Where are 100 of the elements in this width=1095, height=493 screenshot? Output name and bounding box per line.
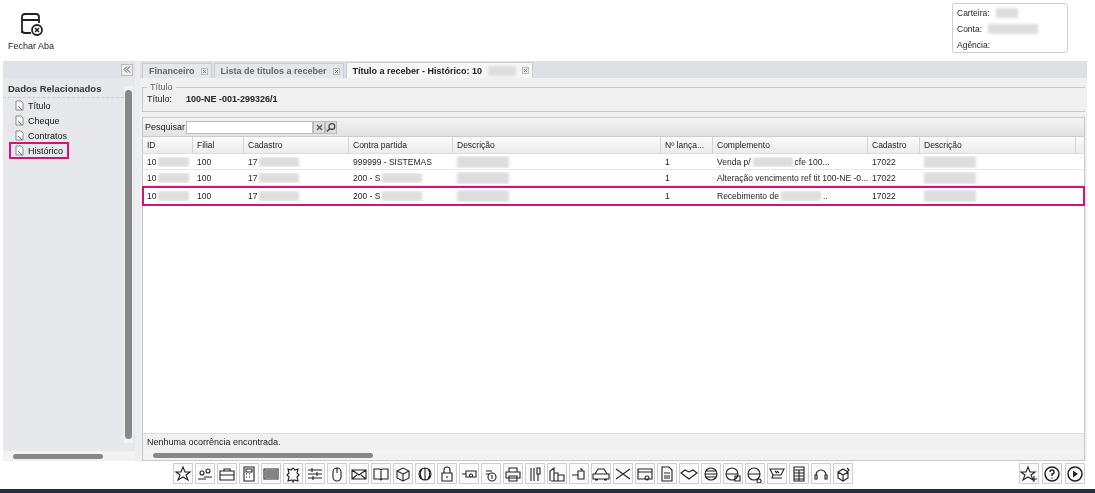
column-header[interactable]: Cadastro [868,137,920,153]
table-cell: 17022 [872,190,896,201]
toolbar-button[interactable] [701,463,721,484]
column-header[interactable]: Contra partida [349,137,453,153]
table-row[interactable]: 10 100 17 200 - S 1 Recebimento de .. 17022 [143,187,1084,205]
table-cell: 10 [147,190,157,201]
table-row[interactable]: 10 100 17 200 - S 1 Alteração vencimento ref tit 100-NE -0... 17022 [143,170,1084,186]
lock-icon [438,464,456,483]
document-pin-icon [15,130,24,141]
column-header[interactable]: Cadastro [244,137,349,153]
section-legend: Título [147,82,176,92]
table-cell: 1 [665,172,670,183]
column-header[interactable]: Nº lança... [661,137,713,153]
table-cell: Venda p/ [717,156,751,167]
star-plus-icon [1020,464,1038,483]
search-field[interactable] [186,120,314,134]
toolbar-button[interactable] [745,463,765,484]
globe-document-icon [724,464,742,483]
splitter-handle[interactable] [135,61,140,461]
play-button[interactable] [1065,463,1085,484]
table-cell: 1 [665,156,670,167]
status-text: Nenhuma ocorrência encontrada. [143,433,1084,450]
search-label: Pesquisar [145,122,186,132]
table-row[interactable]: 10 100 17 999999 - SISTEMAS 1 Venda p/ cfe 100... 17022 [143,154,1084,170]
table-cell: 200 - S [353,172,381,183]
column-header[interactable]: Complemento [713,137,868,153]
toolbar-button[interactable] [459,463,479,484]
table-cell: 10 [147,156,157,167]
search-button[interactable] [325,120,338,134]
toolbar-button[interactable] [547,463,567,484]
toolbar-button[interactable] [811,463,831,484]
toolbar-button[interactable] [195,463,215,484]
buildings-icon [548,464,566,483]
toolbar-button[interactable] [767,463,787,484]
tab[interactable]: Título a receber - Histórico: 10 [345,62,534,78]
table-cell: 100 [197,172,212,183]
toolbar-button[interactable] [173,463,193,484]
toolbar-button[interactable] [393,463,413,484]
toolbar-button[interactable] [349,463,369,484]
double-chevron-icon [123,65,131,73]
table-cell: Alteração vencimento ref tit 100-NE -0... [717,172,868,183]
document-pin-icon [15,145,24,156]
table-cell: 999999 - SISTEMAS [353,156,432,167]
table-cell: 100 [197,190,212,201]
info-label: Carteira: [957,8,990,18]
column-header[interactable]: Filial [193,137,244,153]
help-button[interactable] [1042,463,1062,484]
clear-button[interactable] [313,120,326,134]
play-icon [1066,464,1084,483]
close-tab-button[interactable]: Fechar Aba [6,3,57,51]
table-icon [790,464,808,483]
tree-item[interactable]: Histórico [11,144,67,157]
table-cell: 17 [248,190,258,201]
help-icon [1043,464,1061,483]
scrollbar[interactable] [124,86,133,443]
toolbar-button[interactable] [1019,463,1039,484]
tree-item[interactable]: Título [11,99,55,112]
close-icon[interactable] [200,67,208,75]
table-cell: 1 [665,190,670,201]
info-label: Agência: [957,40,991,50]
table-cell: 17022 [872,172,896,183]
table-cell: 17 [248,156,258,167]
table-cell: 100 [197,156,212,167]
toolbar-button[interactable] [217,463,237,484]
toolbar-button[interactable] [789,463,809,484]
column-header[interactable]: ID [143,137,193,153]
field-label: Título: [147,94,172,104]
table-cell: Recebimento de [717,190,779,201]
close-icon [315,123,323,131]
close-icon[interactable] [522,67,530,74]
toolbar-button[interactable] [635,463,655,484]
column-header[interactable]: Descrição [453,137,661,153]
tab[interactable]: Financeiro [142,63,212,78]
toolbar-button[interactable] [371,463,391,484]
column-header[interactable]: Descrição [920,137,1076,153]
table-cell: 10 [147,172,157,183]
printer-icon [504,464,522,483]
tree-item[interactable]: Contratos [11,129,72,142]
window-close-icon [18,11,44,37]
field-value: 100-NE -001-299326/1 [186,94,278,104]
scrollbar[interactable] [3,451,135,461]
document-pin-icon [15,100,24,111]
globe-lines-icon [702,464,720,483]
tree-item[interactable]: Cheque [11,114,64,127]
close-icon[interactable] [332,67,340,75]
toolbar-button[interactable] [833,463,853,484]
search-icon [326,121,337,133]
toolbar-button[interactable] [437,463,457,484]
scrollbar[interactable] [143,450,1084,460]
document-icon [658,464,676,483]
table-cell: 17 [248,172,258,183]
toolbar-button[interactable] [503,463,523,484]
table-cell: cfe 100... [794,156,830,167]
table-cell: .. [822,190,828,201]
toolbar-button[interactable] [415,463,435,484]
toolbar-button[interactable] [305,463,325,484]
tab[interactable]: Lista de titulos a receber [213,63,344,78]
toolbar-button[interactable] [327,463,347,484]
toolbar-button[interactable] [591,463,611,484]
toolbar-button[interactable] [723,463,743,484]
